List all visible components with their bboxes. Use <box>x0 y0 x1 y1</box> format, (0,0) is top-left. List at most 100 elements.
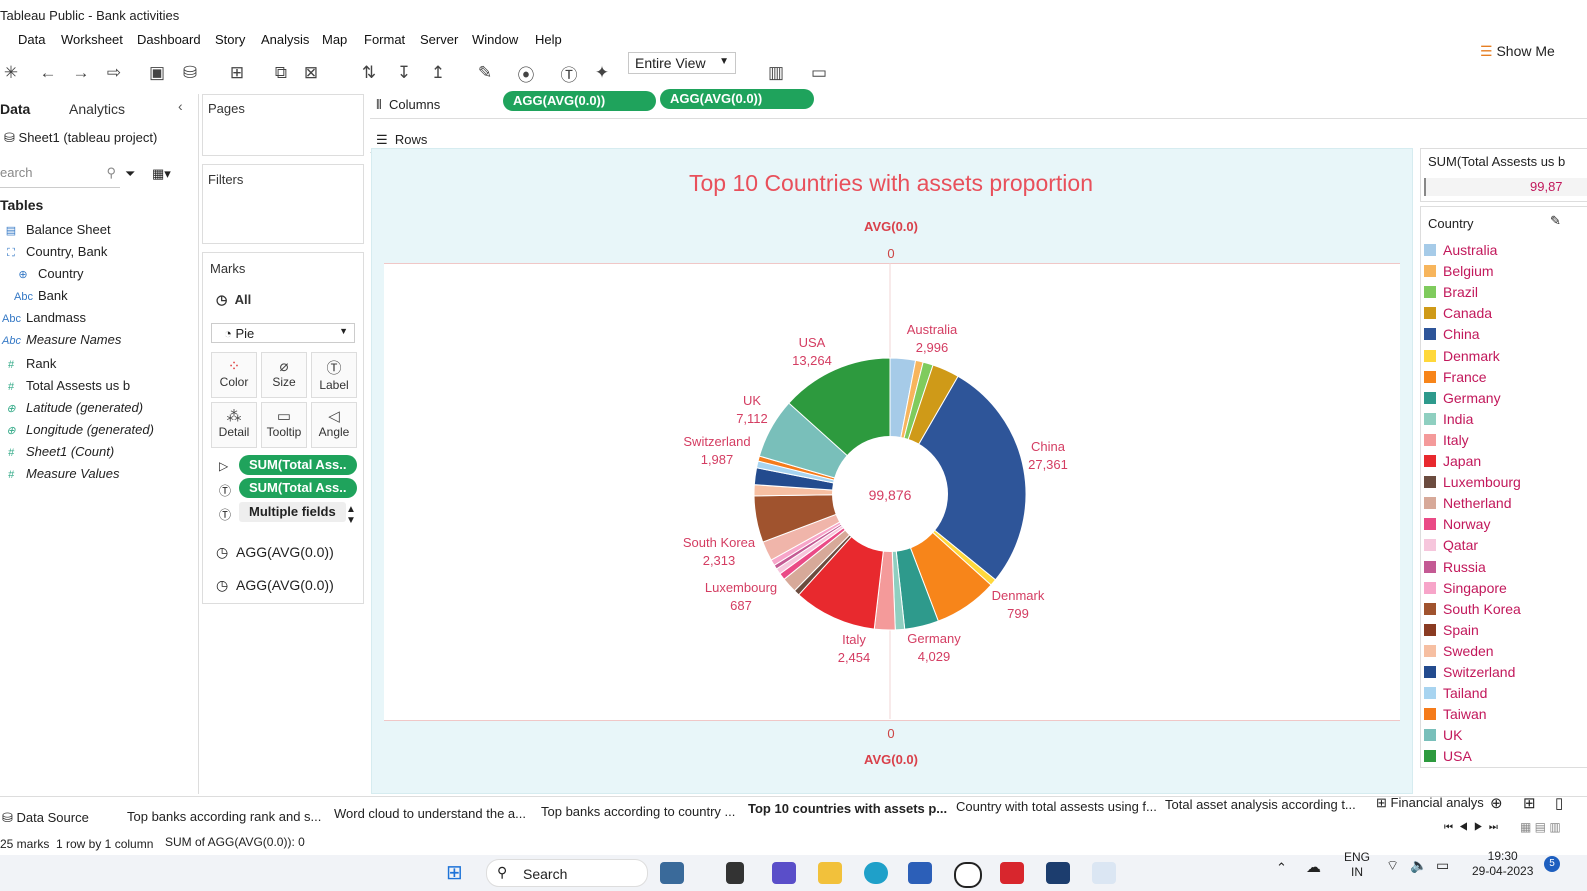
back-icon[interactable]: ← <box>37 62 59 84</box>
tableau-app-icon[interactable] <box>1046 862 1070 884</box>
legend-item[interactable]: UK <box>1424 727 1462 743</box>
presentation-icon[interactable]: ▭ <box>808 62 830 84</box>
column-pill[interactable]: AGG(AVG(0.0)) <box>660 89 814 109</box>
size-button[interactable]: ⌀ Size <box>261 352 307 398</box>
mark-type-select[interactable]: ◔ Pie ▼ <box>211 323 355 343</box>
menu-analysis[interactable]: Analysis <box>261 32 309 47</box>
legend-item[interactable]: Russia <box>1424 559 1486 575</box>
field-item[interactable]: # Total Assests us b <box>2 378 130 393</box>
legend-item[interactable]: Sweden <box>1424 643 1494 659</box>
sheet-tab-active[interactable]: Top 10 countries with assets p... <box>748 801 947 816</box>
menu-window[interactable]: Window <box>472 32 518 47</box>
teams-icon[interactable] <box>772 862 796 884</box>
scroll-arrows-icon[interactable]: ▲ ▼ <box>346 504 356 526</box>
view-mode-select[interactable]: Entire View ▼ <box>628 52 736 74</box>
legend-item[interactable]: Taiwan <box>1424 706 1487 722</box>
legend-item[interactable]: Tailand <box>1424 685 1487 701</box>
menu-map[interactable]: Map <box>322 32 347 47</box>
redo-icon[interactable]: ⇨ <box>103 62 125 84</box>
legend-item[interactable]: Australia <box>1424 242 1497 258</box>
legend-item[interactable]: Netherland <box>1424 495 1512 511</box>
forward-icon[interactable]: → <box>70 62 92 84</box>
edge-icon[interactable] <box>864 862 888 884</box>
agg-row[interactable]: ◷ AGG(AVG(0.0)) <box>216 544 334 561</box>
highlight-icon[interactable]: ✎ <box>474 62 496 84</box>
field-search-input[interactable]: earch ⚲ <box>0 165 120 188</box>
field-item[interactable]: ⊕ Latitude (generated) <box>2 400 143 415</box>
legend-item[interactable]: Singapore <box>1424 580 1507 596</box>
field-item[interactable]: ▤ Balance Sheet <box>2 222 111 237</box>
pin-icon[interactable]: ✦ <box>591 62 613 84</box>
angle-button[interactable]: ◁ Angle <box>311 402 357 448</box>
field-item[interactable]: ⊕ Country <box>14 266 83 281</box>
labels-icon[interactable]: Ⓣ <box>558 62 580 85</box>
sheet-tab[interactable]: Country with total assests using f... <box>956 799 1157 814</box>
field-item[interactable]: ⊕ Longitude (generated) <box>2 422 154 437</box>
filter-icon[interactable]: ⏷ <box>125 166 135 182</box>
tab-analytics[interactable]: Analytics <box>69 101 125 117</box>
onedrive-icon[interactable]: ☁ <box>1306 858 1321 876</box>
sheet-sorter-icon[interactable]: ▦ ▤ ▥ <box>1520 820 1561 834</box>
tab-data-source[interactable]: ⛁ Data Source <box>2 810 89 826</box>
sheet-tab[interactable]: Total asset analysis according t... <box>1165 797 1356 812</box>
tab-data[interactable]: Data <box>0 101 30 117</box>
legend-item[interactable]: Norway <box>1424 516 1490 532</box>
new-story-icon[interactable]: ▯ <box>1555 794 1563 812</box>
legend-item[interactable]: France <box>1424 369 1487 385</box>
legend-item[interactable]: India <box>1424 411 1473 427</box>
menu-help[interactable]: Help <box>535 32 562 47</box>
sheet-tab[interactable]: Top banks according to country ... <box>541 804 735 819</box>
menu-worksheet[interactable]: Worksheet <box>61 32 123 47</box>
chevron-up-icon[interactable]: ⌃ <box>1276 860 1287 876</box>
detail-button[interactable]: ⁂ Detail <box>211 402 257 448</box>
legend-item[interactable]: Denmark <box>1424 348 1500 364</box>
field-item[interactable]: Abc Bank <box>14 288 68 303</box>
clear-icon[interactable]: ⊠ <box>300 62 322 84</box>
dell-icon[interactable] <box>954 862 982 888</box>
group-icon[interactable]: ⦿ <box>515 62 537 85</box>
legend-item[interactable]: Brazil <box>1424 284 1478 300</box>
battery-icon[interactable]: ▭ <box>1436 857 1449 874</box>
new-worksheet-icon[interactable]: ⊕ <box>1490 794 1503 812</box>
data-source-item[interactable]: ⛁ Sheet1 (tableau project) <box>4 130 157 146</box>
agg-row[interactable]: ◷ AGG(AVG(0.0)) <box>216 577 334 594</box>
menu-data[interactable]: Data <box>18 32 45 47</box>
new-datasource-icon[interactable]: ⛁ <box>179 62 201 84</box>
mark-pill-label[interactable]: SUM(Total Ass.. <box>239 478 357 498</box>
color-button[interactable]: ⁘ Color <box>211 352 257 398</box>
sort-asc-icon[interactable]: ↧ <box>393 62 415 84</box>
legend-item[interactable]: Qatar <box>1424 537 1478 553</box>
marks-all[interactable]: ◷ All <box>216 292 251 308</box>
show-me-button[interactable]: ☰ Show Me <box>1480 43 1555 60</box>
sheet-tab[interactable]: Word cloud to understand the a... <box>334 806 526 821</box>
field-item[interactable]: # Sheet1 (Count) <box>2 444 114 459</box>
field-item[interactable]: ⛶ Country, Bank <box>2 244 107 260</box>
column-pill[interactable]: AGG(AVG(0.0)) <box>503 91 656 111</box>
sort-desc-icon[interactable]: ↥ <box>427 62 449 84</box>
sheet-tab[interactable]: Top banks according rank and s... <box>127 809 321 824</box>
legend-item[interactable]: USA <box>1424 748 1472 764</box>
legend-item[interactable]: Luxembourg <box>1424 474 1521 490</box>
file-explorer-icon[interactable] <box>818 862 842 884</box>
new-worksheet-icon[interactable]: ⊞ <box>226 62 248 84</box>
swap-icon[interactable]: ⇅ <box>358 62 380 84</box>
menu-format[interactable]: Format <box>364 32 405 47</box>
view-list-icon[interactable]: ▦▾ <box>152 166 171 182</box>
legend-item[interactable]: Germany <box>1424 390 1501 406</box>
menu-server[interactable]: Server <box>420 32 458 47</box>
tab-navigation-icon[interactable]: ⏮◀▶⏭ <box>1444 822 1504 833</box>
sheet-tab[interactable]: ⊞ Financial analys <box>1376 795 1484 811</box>
duplicate-icon[interactable]: ⧉ <box>270 62 292 84</box>
legend-item[interactable]: Canada <box>1424 305 1492 321</box>
wifi-icon[interactable]: ⌔ <box>1386 857 1399 875</box>
windows-start-icon[interactable]: ⊞ <box>446 860 463 885</box>
edit-colors-icon[interactable]: ✎ <box>1550 213 1561 229</box>
field-item[interactable]: # Measure Values <box>2 466 120 481</box>
field-item[interactable]: # Rank <box>2 356 56 371</box>
notification-badge[interactable]: 5 <box>1544 856 1560 872</box>
legend-item[interactable]: Italy <box>1424 432 1469 448</box>
new-dashboard-icon[interactable]: ⊞ <box>1523 794 1536 812</box>
task-view-icon[interactable] <box>726 862 744 884</box>
field-item[interactable]: Abc Measure Names <box>2 332 121 347</box>
volume-icon[interactable]: 🔈 <box>1410 857 1427 874</box>
